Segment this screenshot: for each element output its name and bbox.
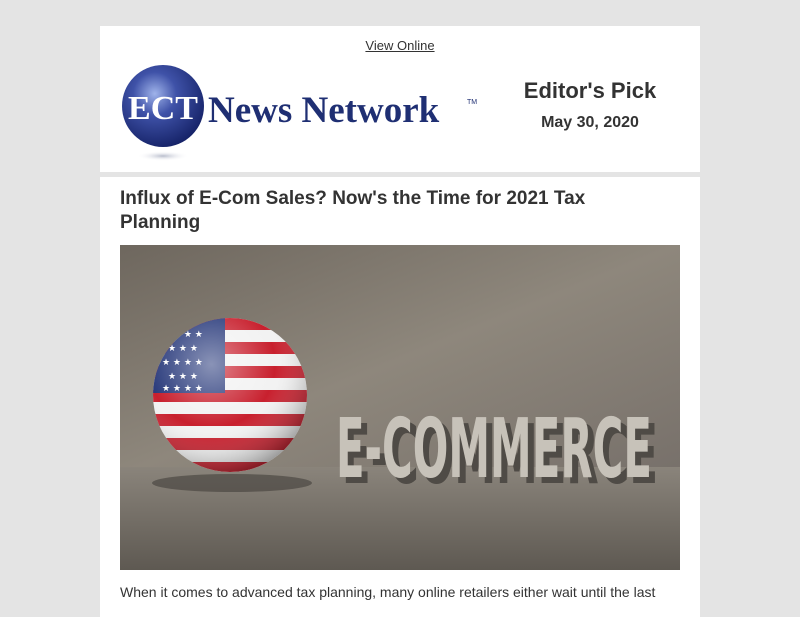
ecommerce-3d-letters: E-COMMERCE E-COMMERCE — [336, 402, 658, 503]
article-hero-image[interactable]: ★ ★ ★ ★ ★ ★ ★ ★ ★ ★ ★ ★ ★ ★ ★ ★ ★ ★ E-CO… — [120, 245, 680, 570]
logo-news-network-text: News Network — [208, 90, 440, 131]
article-card: Influx of E-Com Sales? Now's the Time fo… — [100, 177, 700, 617]
logo-sphere-shadow — [137, 151, 189, 161]
header-card: View Online ECT News Network TM Editor's… — [100, 26, 700, 172]
editors-pick-date: May 30, 2020 — [541, 114, 639, 131]
view-online-link[interactable]: View Online — [100, 38, 700, 53]
ecommerce-letters: E-COMMERCE — [336, 402, 652, 497]
article-teaser: When it comes to advanced tax planning, … — [120, 584, 656, 600]
editors-pick-heading: Editor's Pick — [523, 78, 657, 103]
logo-ect-text: ECT — [128, 90, 198, 127]
globe-shadow — [152, 474, 312, 492]
ect-logo[interactable]: ECT News Network TM — [120, 64, 482, 164]
article-title[interactable]: Influx of E-Com Sales? Now's the Time fo… — [120, 187, 660, 235]
logo-trademark: TM — [467, 99, 477, 106]
